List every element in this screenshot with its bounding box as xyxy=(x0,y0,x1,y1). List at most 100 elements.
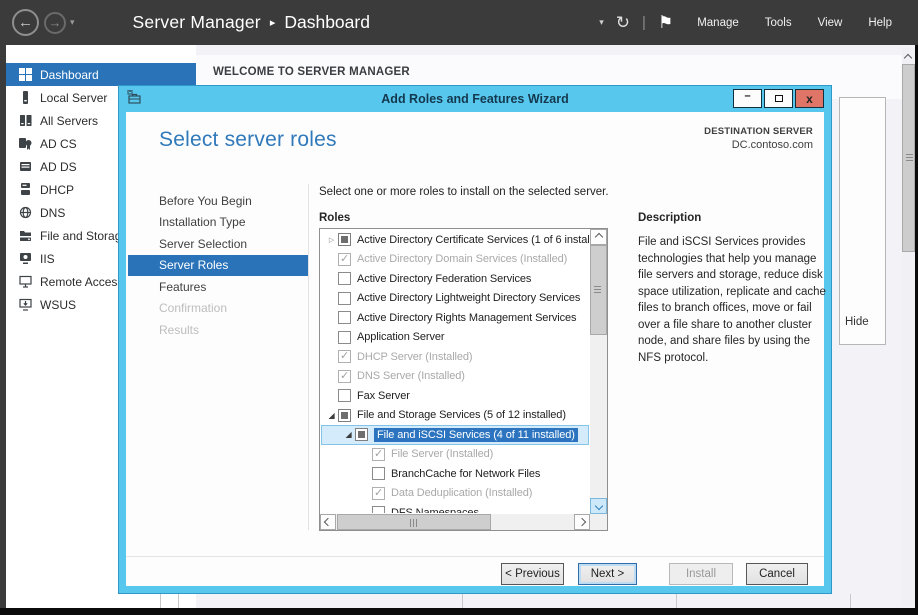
sidebar-item-label: AD DS xyxy=(40,160,77,174)
destination-server-block: DESTINATION SERVER DC.contoso.com xyxy=(704,126,813,151)
scroll-up-button[interactable] xyxy=(590,229,607,245)
menu-tools[interactable]: Tools xyxy=(765,17,792,29)
role-row[interactable]: Data Deduplication (Installed) xyxy=(321,484,589,504)
menu-view[interactable]: View xyxy=(818,17,843,29)
role-checkbox[interactable] xyxy=(338,370,351,383)
expander-expanded-icon[interactable]: ◢ xyxy=(342,430,355,439)
welcome-title: WELCOME TO SERVER MANAGER xyxy=(213,66,410,78)
nav-history-caret-icon[interactable]: ▾ xyxy=(70,17,75,28)
role-row[interactable]: Fax Server xyxy=(321,386,589,406)
wizard-nav-installation-type[interactable]: Installation Type xyxy=(128,212,308,234)
role-checkbox[interactable] xyxy=(338,233,351,246)
role-checkbox[interactable] xyxy=(338,311,351,324)
vertical-scrollbar-thumb[interactable] xyxy=(590,245,607,335)
window-left-edge xyxy=(0,45,6,615)
dashboard-grid-line xyxy=(462,594,463,608)
scroll-down-button[interactable] xyxy=(590,498,607,514)
role-checkbox[interactable] xyxy=(338,292,351,305)
role-label: BranchCache for Network Files xyxy=(391,468,540,480)
topbar: ← → ▾ Server Manager ▸ Dashboard ▾ ↻ | ⚑… xyxy=(0,0,918,45)
main-window-scrollbar[interactable] xyxy=(902,48,915,605)
role-label: File and iSCSI Services (4 of 11 install… xyxy=(374,428,578,442)
description-text: File and iSCSI Services provides technol… xyxy=(638,234,826,366)
wizard-nav-server-roles[interactable]: Server Roles xyxy=(128,255,308,277)
notifications-caret-icon[interactable]: ▾ xyxy=(599,17,604,28)
hide-link[interactable]: Hide xyxy=(845,316,869,328)
window-bottom-edge xyxy=(0,608,918,615)
wizard-nav-server-selection[interactable]: Server Selection xyxy=(128,233,308,255)
instruction-text: Select one or more roles to install on t… xyxy=(319,186,609,198)
role-checkbox[interactable] xyxy=(355,428,368,441)
expander-collapsed-icon[interactable]: ▷ xyxy=(325,236,338,244)
menu-help[interactable]: Help xyxy=(868,17,892,29)
role-checkbox[interactable] xyxy=(372,448,385,461)
role-checkbox[interactable] xyxy=(338,389,351,402)
dhcp-icon xyxy=(18,183,32,197)
roles-vertical-scrollbar[interactable] xyxy=(590,229,607,514)
sidebar-item-label: WSUS xyxy=(40,298,76,312)
notifications-flag-icon[interactable]: ⚑ xyxy=(658,13,673,33)
dashboard-grid-line xyxy=(850,594,851,608)
previous-button[interactable]: < Previous xyxy=(501,563,564,585)
topbar-menus: Manage Tools View Help xyxy=(697,17,918,29)
role-checkbox[interactable] xyxy=(338,272,351,285)
toolbar-divider: | xyxy=(642,14,646,31)
role-checkbox[interactable] xyxy=(338,409,351,422)
dashboard-grid-line xyxy=(160,594,161,608)
scroll-left-button[interactable] xyxy=(320,514,336,530)
wizard-nav-before-you-begin[interactable]: Before You Begin xyxy=(128,190,308,212)
menu-manage[interactable]: Manage xyxy=(697,17,739,29)
role-row[interactable]: DHCP Server (Installed) xyxy=(321,347,589,367)
page-title: Select server roles xyxy=(159,128,337,152)
role-row[interactable]: ▷Active Directory Certificate Services (… xyxy=(321,230,589,250)
dialog-body: Select server roles DESTINATION SERVER D… xyxy=(126,112,824,586)
role-checkbox[interactable] xyxy=(372,467,385,480)
role-row[interactable]: Active Directory Rights Management Servi… xyxy=(321,308,589,328)
close-button[interactable]: x xyxy=(795,89,824,108)
remote-icon xyxy=(18,275,32,289)
horizontal-scrollbar-thumb[interactable] xyxy=(337,514,491,530)
roles-horizontal-scrollbar[interactable] xyxy=(320,514,590,530)
dashboard-grid-icon xyxy=(18,68,32,82)
role-checkbox[interactable] xyxy=(372,506,385,513)
back-button[interactable]: ← xyxy=(12,9,39,36)
role-row[interactable]: ◢File and Storage Services (5 of 12 inst… xyxy=(321,406,589,426)
wizard-nav-features[interactable]: Features xyxy=(128,276,308,298)
role-label: Active Directory Rights Management Servi… xyxy=(357,312,576,324)
role-checkbox[interactable] xyxy=(338,331,351,344)
roles-listbox: ▷Active Directory Certificate Services (… xyxy=(319,228,608,531)
minimize-button[interactable]: – xyxy=(733,89,762,108)
dashboard-grid-line xyxy=(178,594,179,608)
role-row[interactable]: Application Server xyxy=(321,328,589,348)
role-row[interactable]: Active Directory Domain Services (Instal… xyxy=(321,250,589,270)
wsus-icon xyxy=(18,298,32,312)
dns-icon xyxy=(18,206,32,220)
scroll-up-icon[interactable] xyxy=(904,54,912,62)
scroll-right-button[interactable] xyxy=(574,514,590,530)
refresh-icon[interactable]: ↻ xyxy=(616,13,630,33)
forward-button[interactable]: → xyxy=(44,12,66,34)
role-row[interactable]: DNS Server (Installed) xyxy=(321,367,589,387)
welcome-tile-edge: Hide xyxy=(839,97,886,345)
maximize-button[interactable] xyxy=(764,89,793,108)
role-row[interactable]: Active Directory Federation Services xyxy=(321,269,589,289)
role-checkbox[interactable] xyxy=(338,350,351,363)
servers-icon xyxy=(18,114,32,128)
description-label: Description xyxy=(638,212,701,224)
cancel-button[interactable]: Cancel xyxy=(746,563,808,585)
breadcrumb-separator-icon: ▸ xyxy=(270,16,276,29)
role-row[interactable]: Active Directory Lightweight Directory S… xyxy=(321,289,589,309)
role-row[interactable]: ◢ File and iSCSI Services (4 of 11 instal… xyxy=(321,425,589,445)
next-button[interactable]: Next > xyxy=(578,563,637,585)
expander-expanded-icon[interactable]: ◢ xyxy=(325,411,338,420)
role-row[interactable]: BranchCache for Network Files xyxy=(321,464,589,484)
role-row[interactable]: File Server (Installed) xyxy=(321,445,589,465)
sidebar-item-label: Dashboard xyxy=(40,68,99,82)
role-label: Active Directory Domain Services (Instal… xyxy=(357,253,567,265)
role-row[interactable]: DFS Namespaces xyxy=(321,503,589,513)
role-checkbox[interactable] xyxy=(372,487,385,500)
sidebar-item-dashboard[interactable]: Dashboard xyxy=(6,63,196,86)
role-checkbox[interactable] xyxy=(338,253,351,266)
main-scrollbar-thumb[interactable] xyxy=(902,64,915,252)
dialog-titlebar[interactable]: Add Roles and Features Wizard – x xyxy=(119,86,831,112)
